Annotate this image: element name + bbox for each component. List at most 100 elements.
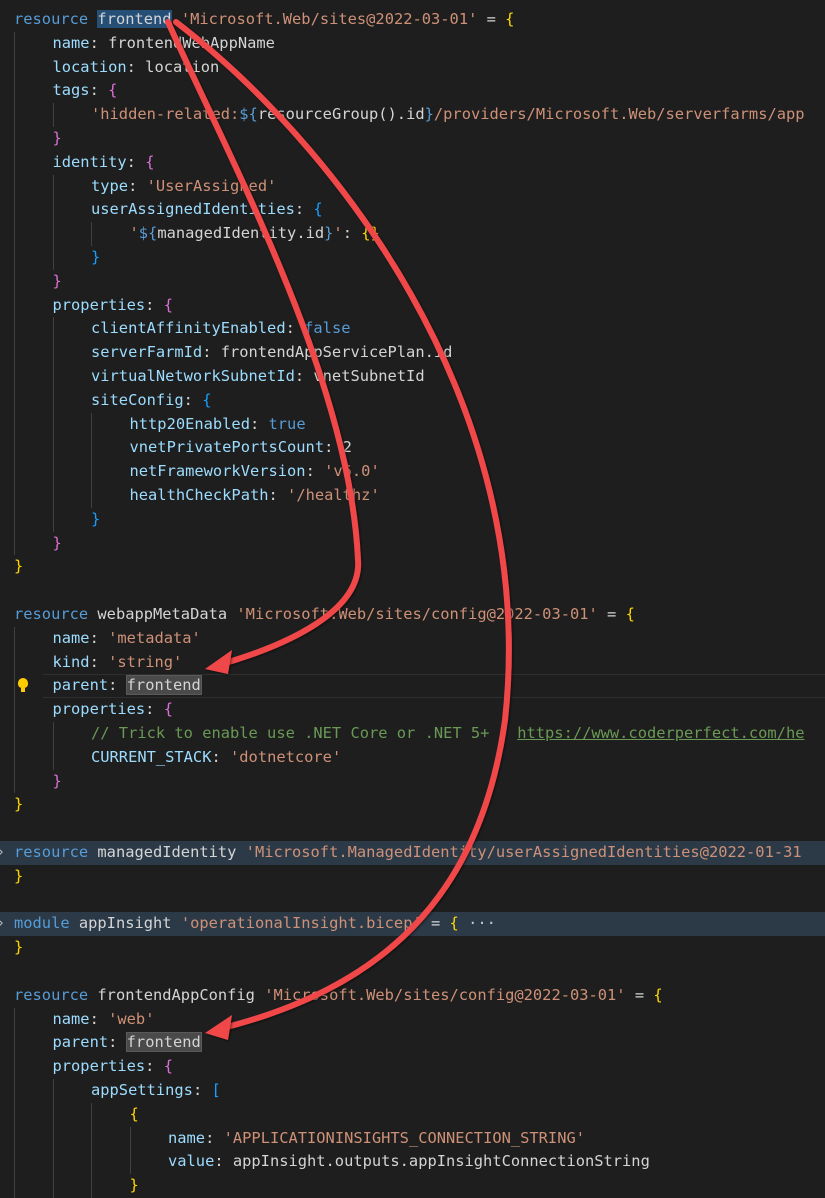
code-line[interactable]: }: [0, 1174, 825, 1198]
code-line[interactable]: // Trick to enable use .NET Core or .NET…: [0, 722, 825, 746]
indent-guide: [14, 269, 15, 294]
code-line[interactable]: name: 'APPLICATIONINSIGHTS_CONNECTION_ST…: [0, 1126, 825, 1151]
code-line[interactable]: properties: {: [0, 293, 825, 318]
code-token: name: [52, 628, 90, 647]
code-line[interactable]: siteConfig: {: [0, 388, 825, 413]
code-line[interactable]: [0, 817, 825, 841]
code-token: ${: [239, 105, 258, 124]
code-token: 'hidden-related:: [91, 105, 240, 124]
fold-chevron-icon[interactable]: ›: [0, 841, 5, 865]
code-text: parent: frontend: [53, 1031, 202, 1055]
code-token: 'string': [108, 652, 183, 671]
code-line[interactable]: [0, 889, 825, 913]
code-line[interactable]: }: [0, 769, 825, 794]
indent-guide: [52, 222, 54, 246]
code-line[interactable]: tags: {: [0, 79, 825, 104]
indent-guide: [52, 436, 54, 461]
code-line[interactable]: › module appInsight 'operationalInsight.b…: [0, 912, 825, 937]
code-line[interactable]: netFrameworkVersion: 'v6.0': [0, 460, 825, 484]
code-line[interactable]: vnetPrivatePortsCount: 2: [0, 436, 825, 461]
code-line[interactable]: {: [0, 1102, 825, 1127]
code-token: properties: [52, 700, 146, 719]
indent-guide: [14, 1079, 15, 1103]
code-line[interactable]: resource frontendAppConfig 'Microsoft.We…: [0, 984, 825, 1008]
code-token: {: [505, 10, 515, 28]
code-line[interactable]: }: [0, 246, 825, 270]
code-line[interactable]: resource frontend 'Microsoft.Web/sites@2…: [0, 8, 825, 32]
code-line[interactable]: }: [0, 793, 825, 817]
code-token: }: [91, 248, 101, 266]
code-token: {: [163, 1057, 173, 1076]
code-line[interactable]: value: appInsight.outputs.appInsightConn…: [0, 1150, 825, 1175]
code-editor[interactable]: resource frontend 'Microsoft.Web/sites@2…: [0, 0, 825, 1198]
code-line[interactable]: serverFarmId: frontendAppServicePlan.id: [0, 341, 825, 365]
code-line[interactable]: name: frontendWebAppName: [0, 31, 825, 56]
indent-guide: [14, 341, 15, 365]
code-line[interactable]: parent: frontend: [0, 1031, 825, 1056]
code-token: {: [108, 81, 118, 100]
code-token: {: [313, 200, 323, 219]
indent-guide: [52, 1102, 54, 1127]
code-text: CURRENT_STACK: 'dotnetcore': [91, 746, 341, 770]
code-line[interactable]: http20Enabled: true: [0, 412, 825, 437]
code-line[interactable]: properties: {: [0, 1055, 825, 1079]
indent-guide: [14, 79, 15, 104]
code-line[interactable]: kind: 'string': [0, 650, 825, 675]
code-line[interactable]: }: [0, 269, 825, 294]
indent-guide: [14, 436, 15, 461]
indent-guide: [91, 1150, 92, 1175]
lightbulb-icon[interactable]: [18, 678, 28, 693]
code-line[interactable]: type: 'UserAssigned': [0, 174, 825, 199]
code-line[interactable]: }: [0, 127, 825, 151]
indent-guide: [14, 626, 15, 651]
code-line[interactable]: [0, 960, 825, 984]
code-line[interactable]: }: [0, 865, 825, 889]
code-text: resource frontend 'Microsoft.Web/sites@2…: [14, 8, 514, 32]
code-line[interactable]: }: [0, 936, 825, 960]
code-token: :: [89, 1009, 109, 1028]
indent-guide: [14, 1055, 15, 1079]
code-line[interactable]: name: 'web': [0, 1007, 825, 1032]
code-text: type: 'UserAssigned': [91, 175, 276, 199]
code-line[interactable]: }: [0, 555, 825, 579]
code-line[interactable]: '${managedIdentity.id}': {}: [0, 222, 825, 246]
code-token: frontend: [125, 675, 202, 696]
code-line[interactable]: CURRENT_STACK: 'dotnetcore': [0, 745, 825, 770]
code-line[interactable]: virtualNetworkSubnetId: vnetSubnetId: [0, 365, 825, 389]
indent-guide: [14, 769, 15, 794]
code-line[interactable]: [0, 579, 825, 603]
code-token: serverFarmId: [91, 343, 203, 362]
indent-guide: [14, 174, 15, 199]
code-token: }: [52, 533, 62, 552]
code-token: identity: [52, 152, 127, 171]
code-token: :: [249, 414, 269, 433]
indent-guide: [52, 1174, 54, 1198]
code-line[interactable]: }: [0, 507, 825, 532]
code-line[interactable]: userAssignedIdentities: {: [0, 198, 825, 223]
code-line[interactable]: name: 'metadata': [0, 626, 825, 651]
code-token: // Trick to enable use .NET Core or .NET…: [91, 724, 518, 742]
code-line[interactable]: 'hidden-related:${resourceGroup().id}/pr…: [0, 103, 825, 127]
code-line[interactable]: }: [0, 531, 825, 556]
code-text: module appInsight 'operationalInsight.bi…: [14, 912, 496, 936]
code-token: :: [89, 628, 109, 647]
code-token: : 2: [324, 438, 352, 457]
code-token: :: [108, 1033, 127, 1052]
code-line[interactable]: healthCheckPath: '/healthz': [0, 484, 825, 508]
code-line[interactable]: properties: {: [0, 698, 825, 722]
code-line[interactable]: resource webappMetaData 'Microsoft.Web/s…: [0, 603, 825, 627]
indent-guide: [14, 412, 15, 437]
code-line[interactable]: › resource managedIdentity 'Microsoft.Man…: [0, 841, 825, 865]
code-line[interactable]: clientAffinityEnabled: false: [0, 317, 825, 342]
code-line[interactable]: appSettings: [: [0, 1079, 825, 1103]
code-text: resource managedIdentity 'Microsoft.Mana…: [14, 841, 802, 865]
code-text: '${managedIdentity.id}': {}: [130, 222, 380, 246]
code-line[interactable]: identity: {: [0, 150, 825, 175]
code-token: : appInsight.outputs.appInsightConnectio…: [214, 1152, 650, 1171]
code-text: serverFarmId: frontendAppServicePlan.id: [91, 341, 452, 365]
fold-chevron-icon[interactable]: ›: [0, 912, 5, 936]
code-line[interactable]: location: location: [0, 55, 825, 80]
code-line[interactable]: parent: frontend: [0, 674, 825, 699]
code-token: 'operationalInsight.bicep': [180, 914, 422, 933]
indent-guide: [129, 1150, 131, 1175]
